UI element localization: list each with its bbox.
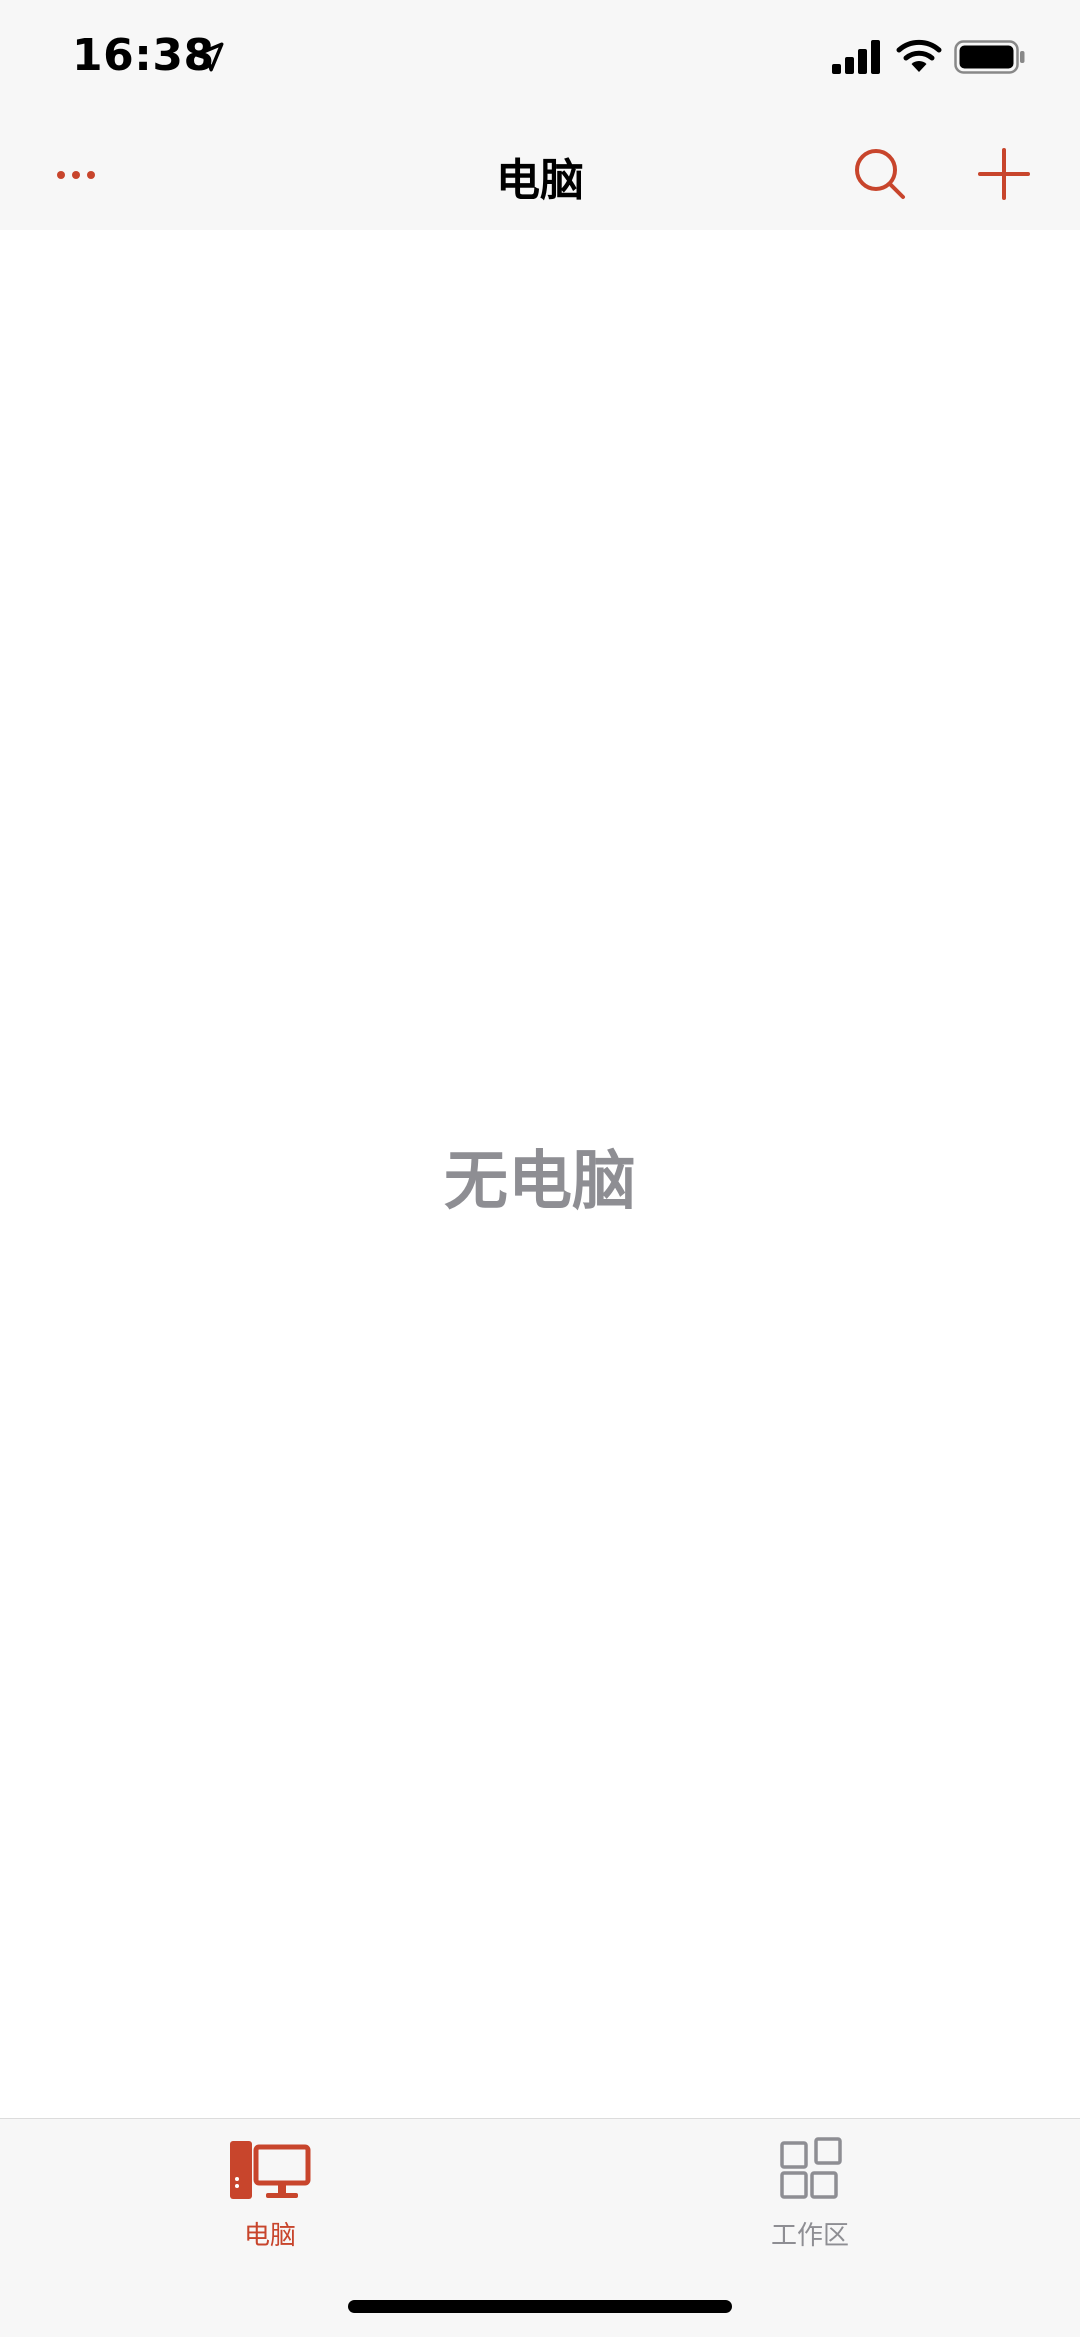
navigation-bar: 电脑 bbox=[0, 120, 1080, 230]
status-bar: 16:38 bbox=[0, 0, 1080, 120]
app-screen: 16:38 电脑 无电脑 电脑 工作区 bbox=[0, 0, 1080, 2337]
location-arrow-icon bbox=[194, 42, 224, 72]
workspace-grid-icon bbox=[780, 2137, 842, 2199]
cellular-signal-icon bbox=[832, 40, 880, 74]
tab-computers-label: 电脑 bbox=[243, 2221, 296, 2251]
more-button[interactable] bbox=[44, 150, 108, 200]
tab-workspace[interactable]: 工作区 bbox=[710, 2137, 910, 2267]
tab-computers[interactable]: 电脑 bbox=[170, 2137, 370, 2267]
ellipsis-icon bbox=[57, 171, 95, 179]
battery-icon bbox=[954, 40, 1025, 74]
empty-state-message: 无电脑 bbox=[444, 1145, 636, 1219]
page-title: 电脑 bbox=[496, 155, 584, 206]
computer-list: 无电脑 bbox=[0, 230, 1080, 2118]
wifi-icon bbox=[896, 39, 942, 72]
plus-icon[interactable] bbox=[974, 144, 1034, 204]
tab-workspace-label: 工作区 bbox=[770, 2221, 849, 2251]
computer-icon bbox=[230, 2141, 311, 2199]
home-indicator bbox=[348, 2300, 732, 2313]
search-icon[interactable] bbox=[850, 144, 910, 204]
